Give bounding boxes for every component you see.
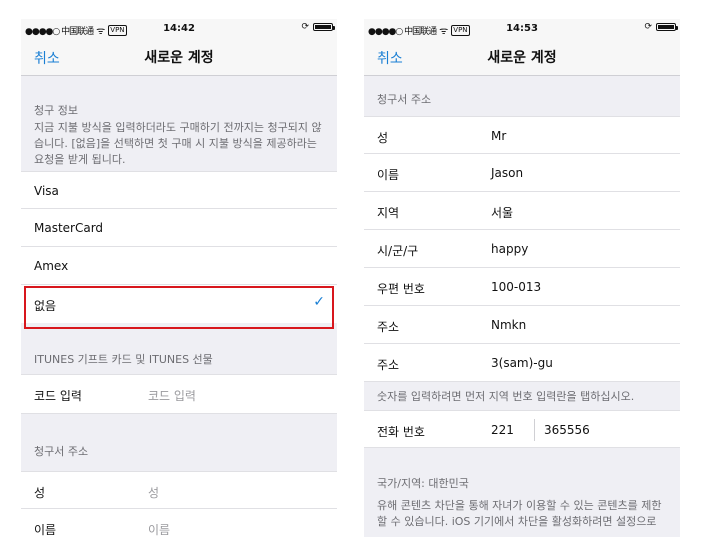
- gift-code-label: 코드 입력: [34, 389, 82, 403]
- option-label: Amex: [34, 259, 69, 273]
- clock: 14:53: [506, 23, 538, 34]
- address-line-2-input[interactable]: 3(sam)-gu: [491, 356, 553, 370]
- right-screen: ●●●●○ 中国联通 ᯤ VPN 14:53 ⟳ 취소 새로운 계정 청구서 주…: [364, 19, 680, 537]
- navigation-bar: 취소 새로운 계정: [364, 39, 680, 76]
- battery-icon: [656, 23, 678, 31]
- payment-option-amex[interactable]: Amex: [21, 247, 337, 285]
- postal-code-row[interactable]: 우편 번호 100-013: [364, 268, 680, 306]
- first-name-label: 이름: [34, 523, 57, 537]
- first-name-row[interactable]: 이름 Jason: [364, 154, 680, 192]
- payment-option-visa[interactable]: Visa: [21, 171, 337, 209]
- billing-description: 지금 지불 방식을 입력하더라도 구매하기 전까지는 청구되지 않습니다. [없…: [34, 121, 322, 166]
- last-name-input[interactable]: 성: [148, 484, 159, 501]
- city-input[interactable]: happy: [491, 242, 528, 256]
- option-label: 없음: [34, 299, 57, 313]
- status-bar: ●●●●○ 中国联通 ᯤ VPN 14:53 ⟳: [364, 19, 680, 39]
- option-label: Visa: [34, 184, 59, 198]
- city-row[interactable]: 시/군/구 happy: [364, 230, 680, 268]
- postal-code-input[interactable]: 100-013: [491, 280, 541, 294]
- city-label: 시/군/구: [377, 244, 419, 258]
- gift-code-row[interactable]: 코드 입력 코드 입력: [21, 374, 337, 414]
- page-title: 새로운 계정: [144, 50, 214, 66]
- postal-code-label: 우편 번호: [377, 282, 425, 296]
- clock: 14:42: [163, 23, 195, 34]
- highlight-box: [24, 286, 334, 329]
- battery-icon: [313, 23, 335, 31]
- gift-code-input[interactable]: 코드 입력: [148, 387, 196, 404]
- last-name-input[interactable]: Mr: [491, 129, 506, 143]
- navigation-bar: 취소 새로운 계정: [21, 39, 337, 76]
- address-line-1-input[interactable]: Nmkn: [491, 318, 526, 332]
- payment-option-mastercard[interactable]: MasterCard: [21, 209, 337, 247]
- country-label: 국가/지역: 대한민국: [377, 477, 469, 490]
- address-line-2-row[interactable]: 주소 3(sam)-gu: [364, 344, 680, 382]
- option-label: MasterCard: [34, 221, 104, 235]
- divider: [534, 419, 535, 441]
- first-name-row[interactable]: 이름 이름: [21, 509, 337, 537]
- phone-row[interactable]: 전화 번호 221 365556: [364, 410, 680, 448]
- rotation-lock-icon: ⟳: [644, 22, 652, 32]
- checkmark-icon: ✓: [313, 294, 325, 310]
- last-name-label: 성: [34, 486, 46, 500]
- gift-header: ITUNES 기프트 카드 및 ITUNES 선물: [34, 353, 213, 366]
- parental-control-note: 유해 콘텐츠 차단을 통해 자녀가 이용할 수 있는 콘텐츠를 제한할 수 있습…: [377, 499, 662, 528]
- region-input[interactable]: 서울: [491, 204, 513, 221]
- first-name-input[interactable]: 이름: [148, 521, 170, 537]
- address-label: 주소: [377, 320, 400, 334]
- payment-option-none[interactable]: 없음 ✓: [21, 285, 337, 329]
- region-label: 지역: [377, 206, 400, 220]
- address-label: 주소: [377, 358, 400, 372]
- address-header: 청구서 주소: [34, 445, 89, 458]
- phone-number-input[interactable]: 365556: [544, 423, 590, 437]
- status-bar: ●●●●○ 中国联通 ᯤ VPN 14:42 ⟳: [21, 19, 337, 39]
- billing-header: 청구 정보: [34, 104, 78, 117]
- region-row[interactable]: 지역 서울: [364, 192, 680, 230]
- first-name-input[interactable]: Jason: [491, 166, 523, 180]
- rotation-lock-icon: ⟳: [301, 22, 309, 32]
- phone-label: 전화 번호: [377, 425, 425, 439]
- phone-hint: 숫자를 입력하려면 먼저 지역 번호 입력란을 탭하십시오.: [377, 390, 635, 403]
- last-name-row[interactable]: 성 Mr: [364, 116, 680, 154]
- page-title: 새로운 계정: [487, 50, 557, 66]
- left-screen: ●●●●○ 中国联通 ᯤ VPN 14:42 ⟳ 취소 새로운 계정 청구 정보…: [21, 19, 337, 537]
- address-header: 청구서 주소: [377, 93, 432, 106]
- first-name-label: 이름: [377, 168, 400, 182]
- last-name-row[interactable]: 성 성: [21, 471, 337, 509]
- last-name-label: 성: [377, 131, 389, 145]
- area-code-input[interactable]: 221: [491, 423, 514, 437]
- address-line-1-row[interactable]: 주소 Nmkn: [364, 306, 680, 344]
